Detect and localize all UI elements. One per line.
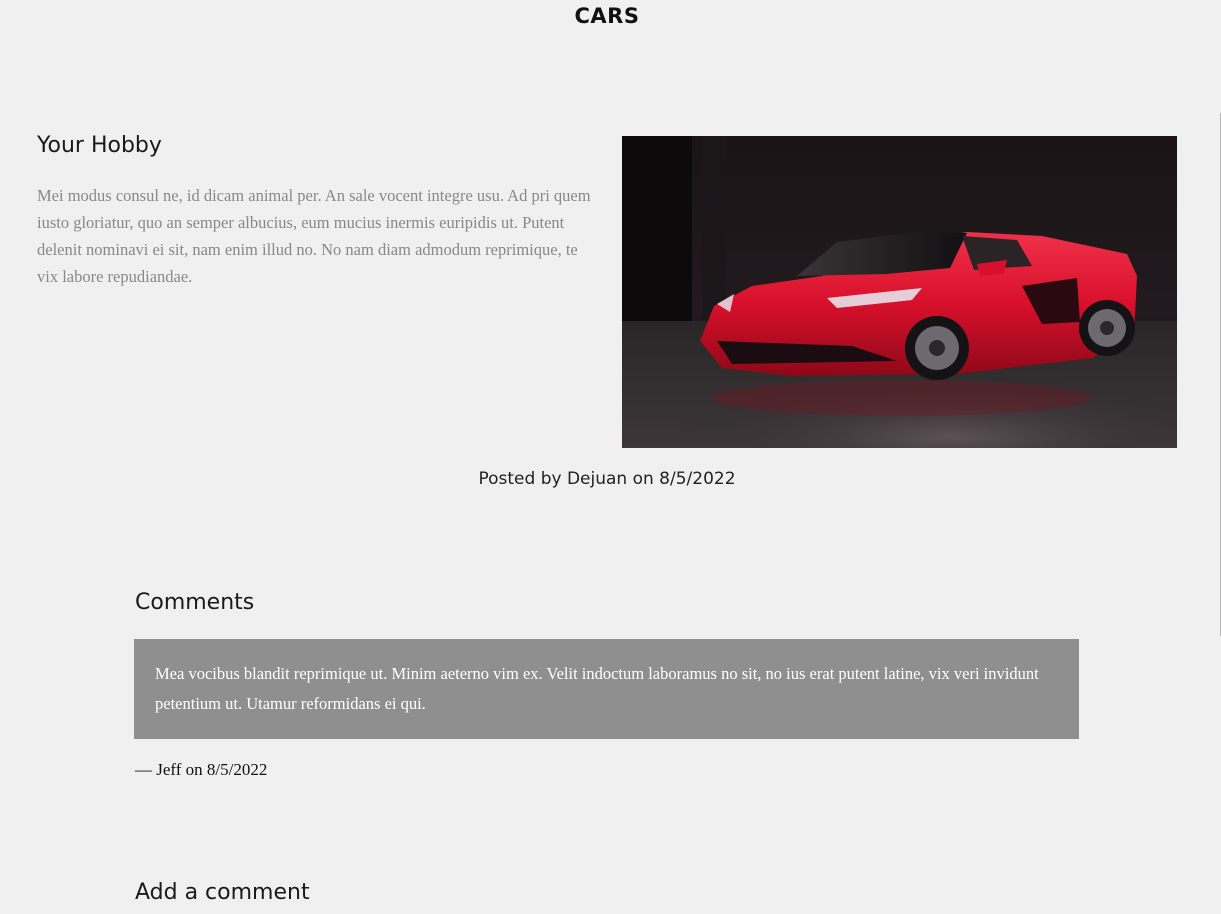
page-title: CARS: [574, 4, 640, 28]
post-body: Mei modus consul ne, id dicam animal per…: [37, 186, 591, 286]
car-image: [622, 136, 1177, 448]
add-comment-heading: Add a comment: [135, 880, 310, 905]
comment-text: Mea vocibus blandit reprimique ut. Minim…: [155, 664, 1039, 713]
comment-author-date: — Jeff on 8/5/2022: [135, 760, 268, 779]
post-byline: Posted by Dejuan on 8/5/2022: [478, 469, 736, 489]
comment-card: Mea vocibus blandit reprimique ut. Minim…: [134, 639, 1079, 739]
comments-heading: Comments: [135, 590, 255, 615]
post-title: Your Hobby: [37, 133, 162, 158]
